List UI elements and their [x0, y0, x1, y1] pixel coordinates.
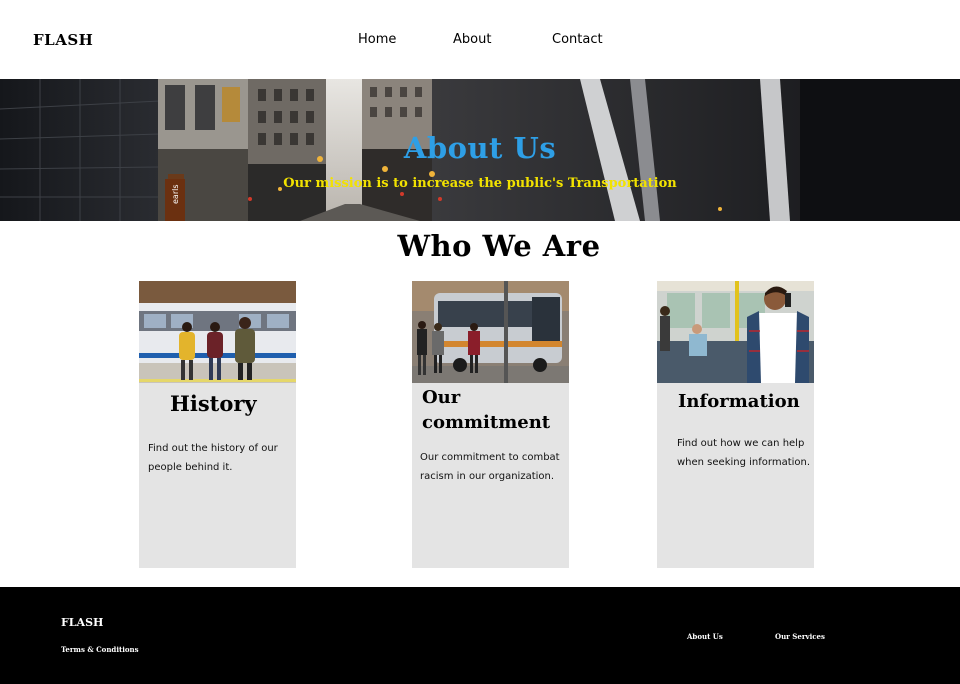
hero-subtitle: Our mission is to increase the public's … — [283, 176, 677, 191]
card-history-title: History — [170, 391, 257, 416]
card-commitment-text-line2: racism in our organization. — [420, 471, 555, 482]
nav-about-link[interactable]: About — [453, 32, 491, 47]
card-information-text-line1: Find out how we can help — [677, 438, 805, 449]
footer-about-link[interactable]: About Us — [687, 632, 723, 641]
site-header: FLASH Home About Contact — [0, 0, 960, 79]
footer-services-link[interactable]: Our Services — [775, 632, 825, 641]
bus-stop-image — [412, 281, 569, 383]
train-platform-image — [139, 281, 296, 383]
site-footer: FLASH Terms & Conditions About Us Our Se… — [0, 587, 960, 684]
site-logo[interactable]: FLASH — [33, 31, 93, 49]
terms-link[interactable]: Terms & Conditions — [61, 645, 139, 654]
card-commitment[interactable]: Our commitment Our commitment to combat … — [412, 281, 569, 568]
card-commitment-title-line1: Our — [422, 387, 461, 408]
bus-passenger-image — [657, 281, 814, 383]
card-history[interactable]: History Find out the history of our peop… — [139, 281, 296, 568]
card-information-text-line2: when seeking information. — [677, 457, 811, 468]
nav-contact-link[interactable]: Contact — [552, 32, 603, 47]
card-information[interactable]: Information Find out how we can help whe… — [657, 281, 814, 568]
hero-banner: earls About Us Our mission is to increas… — [0, 79, 960, 221]
section-title: Who We Are — [397, 229, 601, 263]
nav-home-link[interactable]: Home — [358, 32, 396, 47]
footer-logo[interactable]: FLASH — [61, 616, 103, 629]
card-information-title: Information — [678, 391, 800, 412]
card-history-text-line1: Find out the history of our — [148, 443, 278, 454]
card-history-text-line2: people behind it. — [148, 462, 233, 473]
hero-title: About Us — [403, 131, 557, 165]
card-commitment-text-line1: Our commitment to combat — [420, 452, 560, 463]
card-commitment-title-line2: commitment — [422, 412, 551, 433]
